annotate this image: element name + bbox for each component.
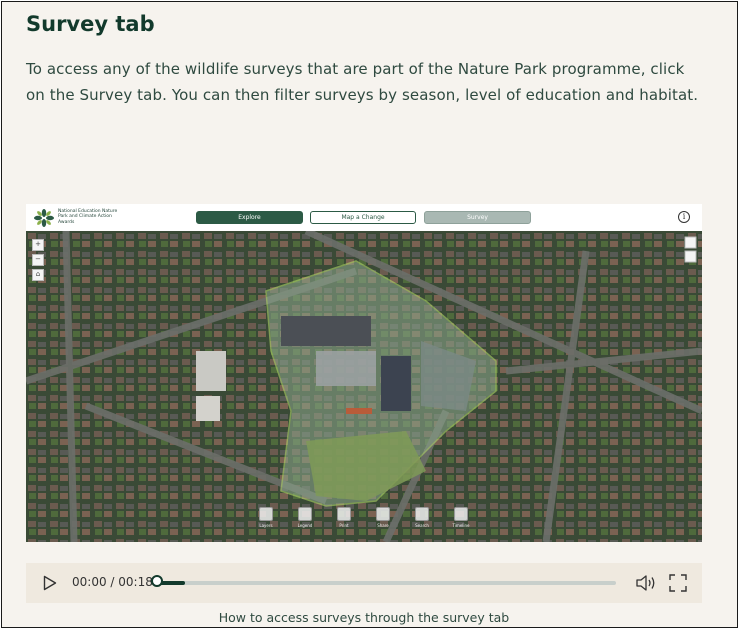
share-icon: [376, 507, 390, 521]
section-heading: Survey tab: [26, 12, 155, 36]
legend-tool[interactable]: Legend: [291, 507, 319, 528]
tab-explore[interactable]: Explore: [196, 211, 303, 224]
info-icon[interactable]: i: [678, 211, 690, 223]
progress-bar[interactable]: [151, 575, 616, 587]
video-caption: How to access surveys through the survey…: [218, 610, 510, 625]
search-icon: [415, 507, 429, 521]
layers-tool[interactable]: Layers: [252, 507, 280, 528]
play-icon[interactable]: [43, 575, 57, 591]
app-header: National Education Nature Park and Clima…: [26, 204, 702, 232]
video-controls: 00:00 / 00:18: [26, 563, 702, 603]
satellite-map[interactable]: + − ⌂: [26, 231, 702, 542]
page-frame: Survey tab To access any of the wildlife…: [1, 1, 738, 628]
volume-icon[interactable]: [635, 574, 657, 592]
layers-icon: [259, 507, 273, 521]
home-button[interactable]: ⌂: [32, 269, 44, 281]
timeline-icon: [454, 507, 468, 521]
intro-paragraph: To access any of the wildlife surveys th…: [26, 60, 699, 104]
app-logo-text: National Education Nature Park and Clima…: [58, 209, 118, 225]
progress-knob[interactable]: [151, 575, 163, 587]
zoom-out-button[interactable]: −: [32, 254, 44, 266]
time-readout: 00:00 / 00:18: [72, 575, 153, 589]
map-toolbar: Layers Legend Print Share Search Timelin…: [26, 507, 702, 537]
leaf-logo-icon: [34, 209, 54, 227]
timeline-tool[interactable]: Timeline: [447, 507, 475, 528]
search-tool[interactable]: Search: [408, 507, 436, 528]
video-player[interactable]: National Education Nature Park and Clima…: [26, 204, 702, 542]
print-tool[interactable]: Print: [330, 507, 358, 528]
print-icon: [337, 507, 351, 521]
share-tool[interactable]: Share: [369, 507, 397, 528]
tab-map-a-change[interactable]: Map a Change: [310, 211, 416, 224]
fullscreen-icon[interactable]: [669, 574, 687, 592]
tab-survey[interactable]: Survey: [424, 211, 531, 224]
zoom-in-button[interactable]: +: [32, 239, 44, 251]
legend-icon: [298, 507, 312, 521]
